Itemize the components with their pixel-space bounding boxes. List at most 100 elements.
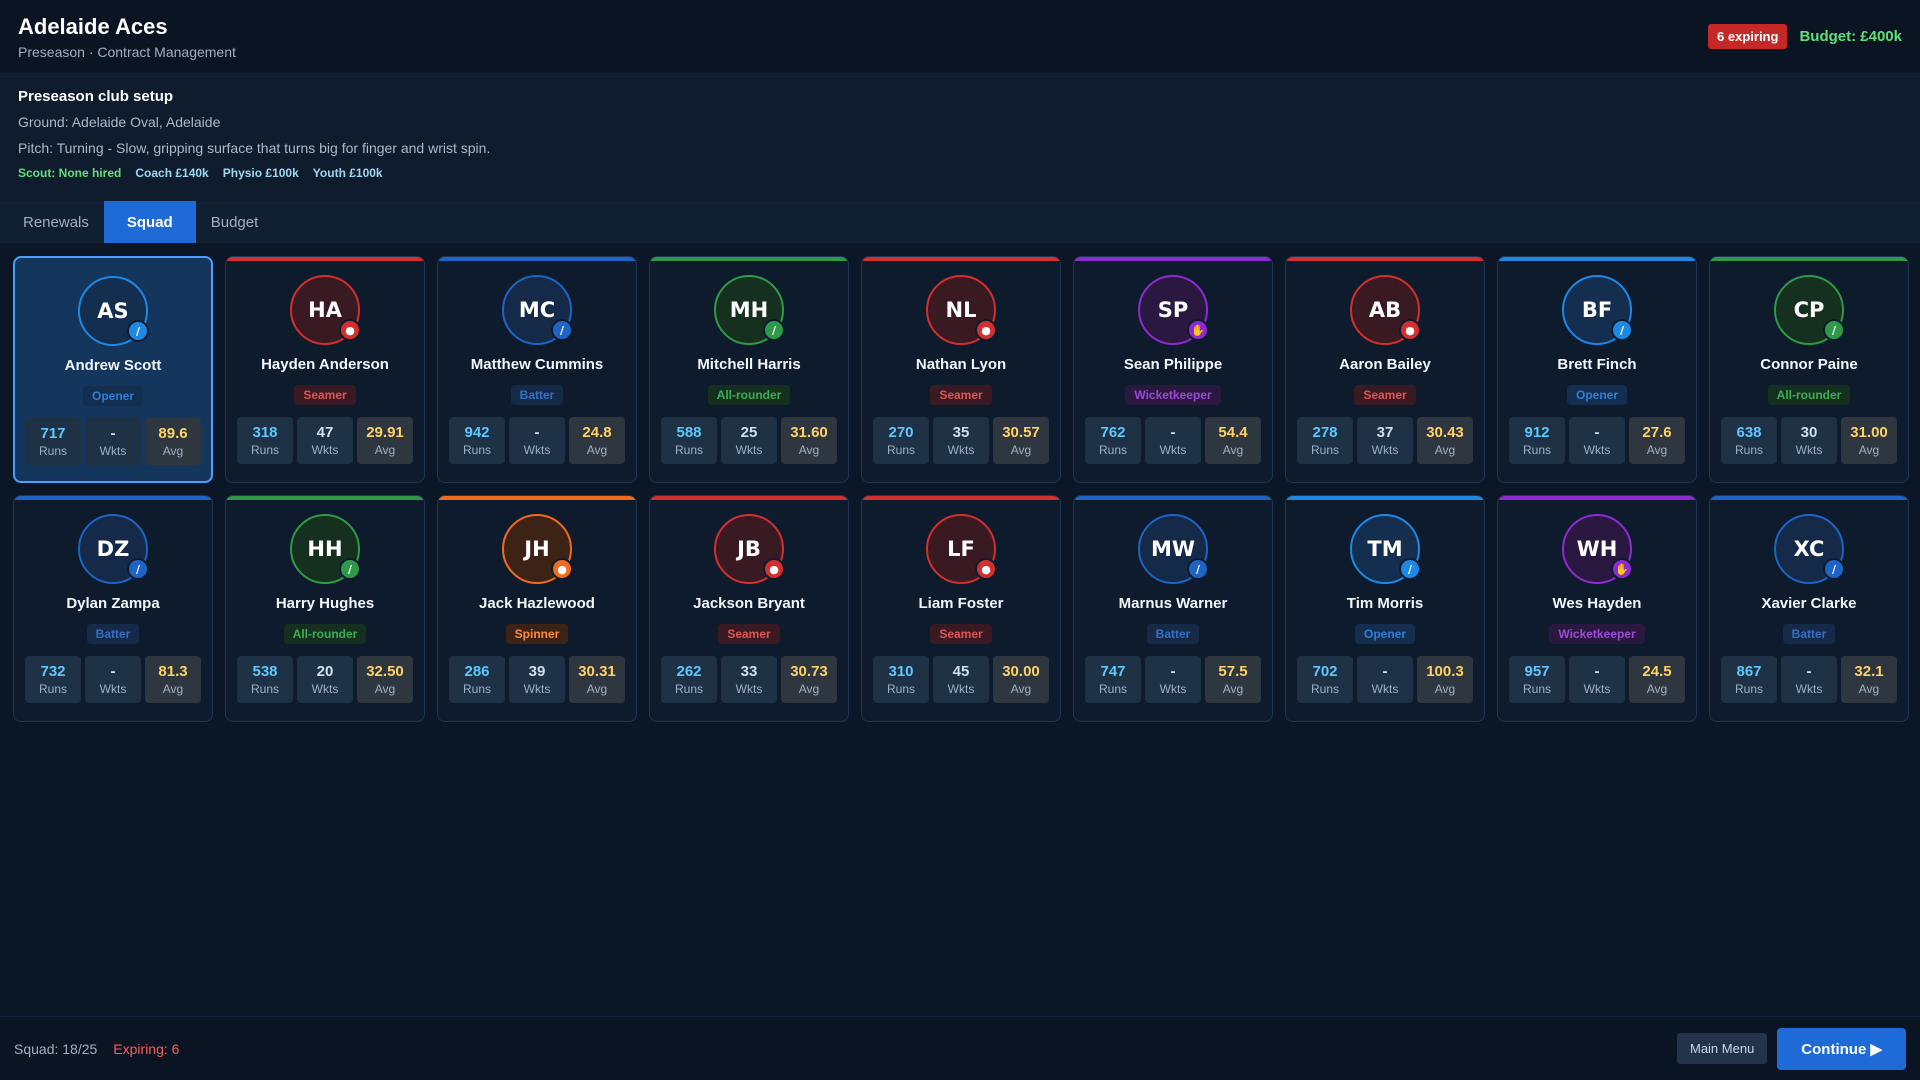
role-color-bar bbox=[862, 496, 1060, 500]
main-menu-button[interactable]: Main Menu bbox=[1676, 1033, 1768, 1064]
player-initials: HH bbox=[307, 537, 343, 561]
runs-value: 638 bbox=[1736, 424, 1762, 441]
role-color-bar bbox=[650, 257, 848, 261]
player-name: Marnus Warner bbox=[1118, 595, 1228, 612]
runs-stat: 717 Runs bbox=[25, 418, 81, 465]
player-card[interactable]: DZ ∕ Dylan Zampa Batter 732 Runs - Wkts 81.3 Avg bbox=[13, 495, 213, 722]
wkts-label: Wkts bbox=[1159, 443, 1187, 457]
continue-button[interactable]: Continue ▶ bbox=[1777, 1027, 1906, 1070]
runs-label: Runs bbox=[462, 443, 491, 457]
bat-ball-icon: ∕ bbox=[763, 319, 785, 341]
role-color-bar bbox=[226, 496, 424, 500]
tab-budget[interactable]: Budget bbox=[196, 201, 274, 243]
runs-label: Runs bbox=[674, 682, 703, 696]
wkts-label: Wkts bbox=[1371, 682, 1399, 696]
player-card[interactable]: WH ✋ Wes Hayden Wicketkeeper 957 Runs - Wkts 24.… bbox=[1497, 495, 1697, 722]
wkts-label: Wkts bbox=[99, 682, 127, 696]
wkts-stat: - Wkts bbox=[85, 656, 141, 703]
tab-renewals[interactable]: Renewals bbox=[8, 201, 104, 243]
role-badge: Wicketkeeper bbox=[1125, 385, 1221, 405]
player-avatar: HH ∕ bbox=[290, 514, 361, 584]
wkts-stat: 39 Wkts bbox=[509, 656, 565, 703]
player-avatar: BF ∕ bbox=[1562, 275, 1633, 345]
player-card[interactable]: SP ✋ Sean Philippe Wicketkeeper 762 Runs - Wkts… bbox=[1073, 256, 1273, 483]
wkts-value: - bbox=[1382, 663, 1388, 680]
runs-value: 318 bbox=[252, 424, 278, 441]
avg-label: Avg bbox=[1010, 443, 1032, 457]
player-card[interactable]: XC ∕ Xavier Clarke Batter 867 Runs - Wkts 32.1 Av… bbox=[1709, 495, 1909, 722]
avg-label: Avg bbox=[374, 443, 396, 457]
player-name: Sean Philippe bbox=[1123, 356, 1223, 373]
player-initials: MH bbox=[729, 298, 769, 322]
player-card[interactable]: HA ● Hayden Anderson Seamer 318 Runs 47 Wkts 29.… bbox=[225, 256, 425, 483]
bat-icon: ∕ bbox=[127, 558, 149, 580]
wkts-label: Wkts bbox=[947, 682, 975, 696]
role-color-bar bbox=[226, 257, 424, 261]
player-initials: CP bbox=[1793, 298, 1825, 322]
runs-label: Runs bbox=[1310, 443, 1339, 457]
avg-label: Avg bbox=[1434, 682, 1456, 696]
runs-stat: 270 Runs bbox=[873, 417, 929, 464]
wkts-value: 20 bbox=[316, 663, 334, 680]
runs-value: 270 bbox=[888, 424, 914, 441]
player-stats: 957 Runs - Wkts 24.5 Avg bbox=[1509, 656, 1685, 703]
wkts-label: Wkts bbox=[523, 443, 551, 457]
player-initials: LF bbox=[947, 537, 975, 561]
runs-stat: 957 Runs bbox=[1509, 656, 1565, 703]
player-avatar: MH ∕ bbox=[714, 275, 785, 345]
player-avatar: JH ● bbox=[502, 514, 573, 584]
wkts-value: - bbox=[1170, 663, 1176, 680]
player-stats: 286 Runs 39 Wkts 30.31 Avg bbox=[449, 656, 625, 703]
wkts-stat: - Wkts bbox=[1569, 417, 1625, 464]
player-stats: 702 Runs - Wkts 100.3 Avg bbox=[1297, 656, 1473, 703]
player-card[interactable]: JB ● Jackson Bryant Seamer 262 Runs 33 Wkts 30.7… bbox=[649, 495, 849, 722]
player-card[interactable]: BF ∕ Brett Finch Opener 912 Runs - Wkts 27.6 Avg bbox=[1497, 256, 1697, 483]
wkts-stat: - Wkts bbox=[1145, 417, 1201, 464]
player-avatar: MW ∕ bbox=[1138, 514, 1209, 584]
player-card[interactable]: AB ● Aaron Bailey Seamer 278 Runs 37 Wkts 30.43 A… bbox=[1285, 256, 1485, 483]
role-color-bar bbox=[650, 496, 848, 500]
runs-stat: 538 Runs bbox=[237, 656, 293, 703]
avg-value: 30.73 bbox=[790, 663, 828, 680]
player-avatar: LF ● bbox=[926, 514, 997, 584]
runs-value: 747 bbox=[1100, 663, 1126, 680]
bat-icon: ∕ bbox=[1823, 558, 1845, 580]
player-card[interactable]: HH ∕ Harry Hughes All-rounder 538 Runs 20 Wkts 3… bbox=[225, 495, 425, 722]
player-card[interactable]: MW ∕ Marnus Warner Batter 747 Runs - Wkts 57.5 Av… bbox=[1073, 495, 1273, 722]
player-avatar: NL ● bbox=[926, 275, 997, 345]
runs-label: Runs bbox=[674, 443, 703, 457]
player-card[interactable]: NL ● Nathan Lyon Seamer 270 Runs 35 Wkts 30.57 Av… bbox=[861, 256, 1061, 483]
role-badge: Seamer bbox=[930, 385, 992, 405]
player-card[interactable]: MH ∕ Mitchell Harris All-rounder 588 Runs 25 Wk… bbox=[649, 256, 849, 483]
role-badge: All-rounder bbox=[283, 624, 367, 644]
avg-stat: 30.57 Avg bbox=[993, 417, 1049, 464]
role-color-bar bbox=[1074, 257, 1272, 261]
player-card[interactable]: TM ∕ Tim Morris Opener 702 Runs - Wkts 100.3 Avg bbox=[1285, 495, 1485, 722]
avg-label: Avg bbox=[1646, 443, 1668, 457]
avg-label: Avg bbox=[1434, 443, 1456, 457]
player-name: Tim Morris bbox=[1346, 595, 1424, 612]
player-card[interactable]: JH ● Jack Hazlewood Spinner 286 Runs 39 Wkts 30.… bbox=[437, 495, 637, 722]
runs-label: Runs bbox=[1098, 443, 1127, 457]
player-initials: HA bbox=[308, 298, 342, 322]
ball-icon: ● bbox=[551, 558, 573, 580]
wkts-value: 25 bbox=[740, 424, 758, 441]
player-name: Xavier Clarke bbox=[1761, 595, 1857, 612]
wkts-value: 39 bbox=[528, 663, 546, 680]
wkts-stat: 37 Wkts bbox=[1357, 417, 1413, 464]
role-badge: Seamer bbox=[718, 624, 780, 644]
role-badge: Spinner bbox=[505, 624, 569, 644]
runs-value: 717 bbox=[40, 425, 66, 442]
player-initials: MC bbox=[518, 298, 556, 322]
wkts-stat: 20 Wkts bbox=[297, 656, 353, 703]
player-initials: NL bbox=[945, 298, 977, 322]
youth-cost: Youth £100k bbox=[312, 166, 383, 180]
player-card[interactable]: MC ∕ Matthew Cummins Batter 942 Runs - Wkts 24.8… bbox=[437, 256, 637, 483]
runs-value: 762 bbox=[1100, 424, 1126, 441]
bat-ball-icon: ∕ bbox=[1399, 558, 1421, 580]
player-card[interactable]: LF ● Liam Foster Seamer 310 Runs 45 Wkts 30.00 Av… bbox=[861, 495, 1061, 722]
player-card[interactable]: CP ∕ Connor Paine All-rounder 638 Runs 30 Wkts 3… bbox=[1709, 256, 1909, 483]
tab-squad[interactable]: Squad bbox=[103, 201, 196, 243]
runs-label: Runs bbox=[1522, 682, 1551, 696]
player-card[interactable]: AS ∕ Andrew Scott Opener 717 Runs - Wkts 89.6 Avg bbox=[13, 256, 213, 483]
